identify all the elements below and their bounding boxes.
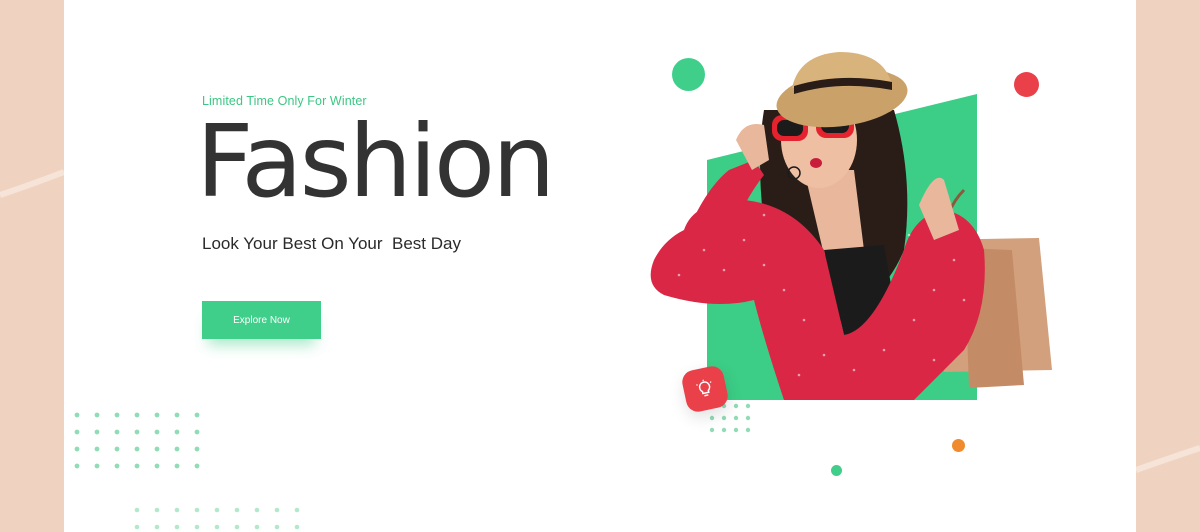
hero-model-image: [650, 52, 1052, 400]
lightbulb-icon: [696, 379, 712, 397]
hero-banner: Limited Time Only For Winter Fashion Loo…: [64, 0, 1136, 532]
